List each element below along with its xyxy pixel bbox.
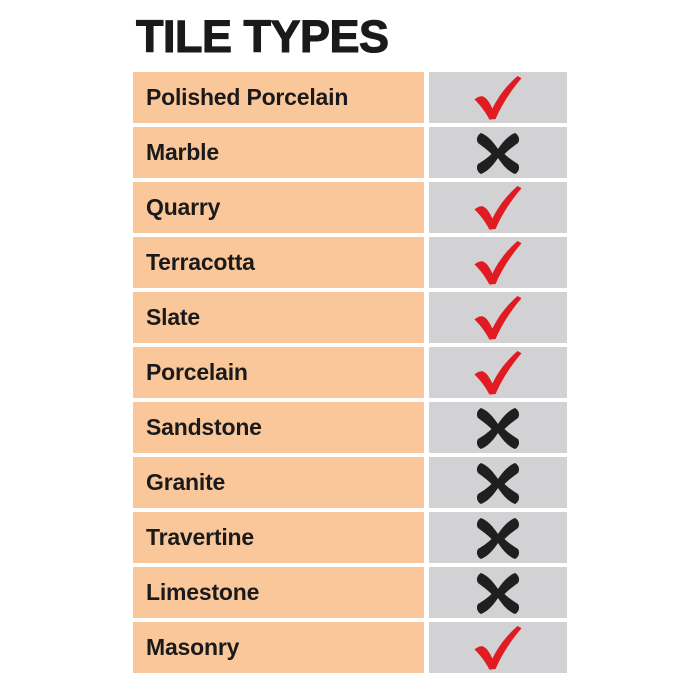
- cross-icon: [471, 515, 525, 561]
- tile-type-label: Travertine: [146, 524, 254, 550]
- tile-type-label: Granite: [146, 469, 226, 495]
- tile-type-cell: Masonry: [133, 622, 424, 673]
- tile-type-label: Slate: [146, 304, 200, 330]
- suitability-cell: [429, 72, 567, 123]
- suitability-cell: [429, 567, 567, 618]
- tile-type-cell: Marble: [133, 127, 424, 178]
- table-row: Slate: [133, 292, 568, 343]
- table-row: Terracotta: [133, 237, 568, 288]
- suitability-cell: [429, 402, 567, 453]
- table-row: Quarry: [133, 182, 568, 233]
- suitability-cell: [429, 237, 567, 288]
- tile-type-cell: Terracotta: [133, 237, 424, 288]
- check-icon: [471, 625, 525, 671]
- suitability-cell: [429, 292, 567, 343]
- tile-type-label: Porcelain: [146, 359, 248, 385]
- suitability-cell: [429, 457, 567, 508]
- tile-type-cell: Granite: [133, 457, 424, 508]
- tile-type-cell: Slate: [133, 292, 424, 343]
- suitability-cell: [429, 622, 567, 673]
- table-row: Marble: [133, 127, 568, 178]
- table-row: Sandstone: [133, 402, 568, 453]
- tile-types-page: TILE TYPES Polished Porcelain Marble Quarr…: [0, 0, 700, 700]
- cross-icon: [471, 130, 525, 176]
- check-icon: [471, 185, 525, 231]
- table-row: Porcelain: [133, 347, 568, 398]
- tile-type-label: Sandstone: [146, 414, 262, 440]
- tile-type-label: Terracotta: [146, 249, 255, 275]
- tile-type-cell: Limestone: [133, 567, 424, 618]
- tile-types-table: Polished Porcelain Marble Quarry Terracotta…: [133, 72, 568, 677]
- check-icon: [471, 240, 525, 286]
- tile-type-label: Polished Porcelain: [146, 84, 349, 110]
- tile-type-cell: Sandstone: [133, 402, 424, 453]
- tile-type-cell: Porcelain: [133, 347, 424, 398]
- tile-type-label: Limestone: [146, 579, 260, 605]
- cross-icon: [471, 405, 525, 451]
- cross-icon: [471, 570, 525, 616]
- check-icon: [471, 350, 525, 396]
- cross-icon: [471, 460, 525, 506]
- tile-type-label: Marble: [146, 139, 219, 165]
- check-icon: [471, 295, 525, 341]
- table-row: Granite: [133, 457, 568, 508]
- suitability-cell: [429, 127, 567, 178]
- table-row: Polished Porcelain: [133, 72, 568, 123]
- suitability-cell: [429, 512, 567, 563]
- suitability-cell: [429, 182, 567, 233]
- page-title: TILE TYPES: [135, 10, 389, 62]
- table-row: Travertine: [133, 512, 568, 563]
- suitability-cell: [429, 347, 567, 398]
- tile-type-cell: Travertine: [133, 512, 424, 563]
- tile-type-cell: Polished Porcelain: [133, 72, 424, 123]
- check-icon: [471, 75, 525, 121]
- tile-type-label: Masonry: [146, 634, 240, 660]
- tile-type-cell: Quarry: [133, 182, 424, 233]
- table-row: Masonry: [133, 622, 568, 673]
- tile-type-label: Quarry: [146, 194, 221, 220]
- table-row: Limestone: [133, 567, 568, 618]
